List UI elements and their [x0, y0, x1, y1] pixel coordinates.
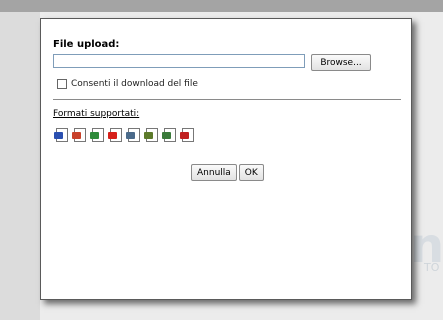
generic-file-icon: [180, 128, 196, 142]
format-icons-row: [54, 128, 196, 142]
ok-button[interactable]: OK: [238, 164, 264, 181]
pdf-doc-icon: [108, 128, 124, 142]
dialog-buttons: Annulla OK: [191, 164, 264, 181]
word-doc-icon: [54, 128, 70, 142]
dialog-divider: [53, 99, 401, 100]
gif-image-icon: [162, 128, 178, 142]
file-path-input[interactable]: [53, 54, 305, 68]
allow-download-row: Consenti il download del file: [57, 79, 198, 89]
excel-doc-icon: [90, 128, 106, 142]
png-image-icon: [126, 128, 142, 142]
backdrop-left-strip: [0, 12, 40, 320]
background-partial-text-small: TO: [424, 261, 440, 274]
jpg-image-icon: [144, 128, 160, 142]
allow-download-label[interactable]: Consenti il download del file: [71, 79, 198, 89]
cancel-button[interactable]: Annulla: [191, 164, 237, 181]
dialog-title: File upload:: [53, 39, 120, 50]
allow-download-checkbox[interactable]: [57, 79, 67, 89]
window-header-backdrop: [0, 0, 443, 12]
file-upload-dialog: File upload: Browse... Consenti il downl…: [40, 18, 412, 300]
supported-formats-link[interactable]: Formati supportati:: [53, 109, 139, 119]
powerpoint-doc-icon: [72, 128, 88, 142]
browse-button[interactable]: Browse...: [311, 54, 371, 71]
